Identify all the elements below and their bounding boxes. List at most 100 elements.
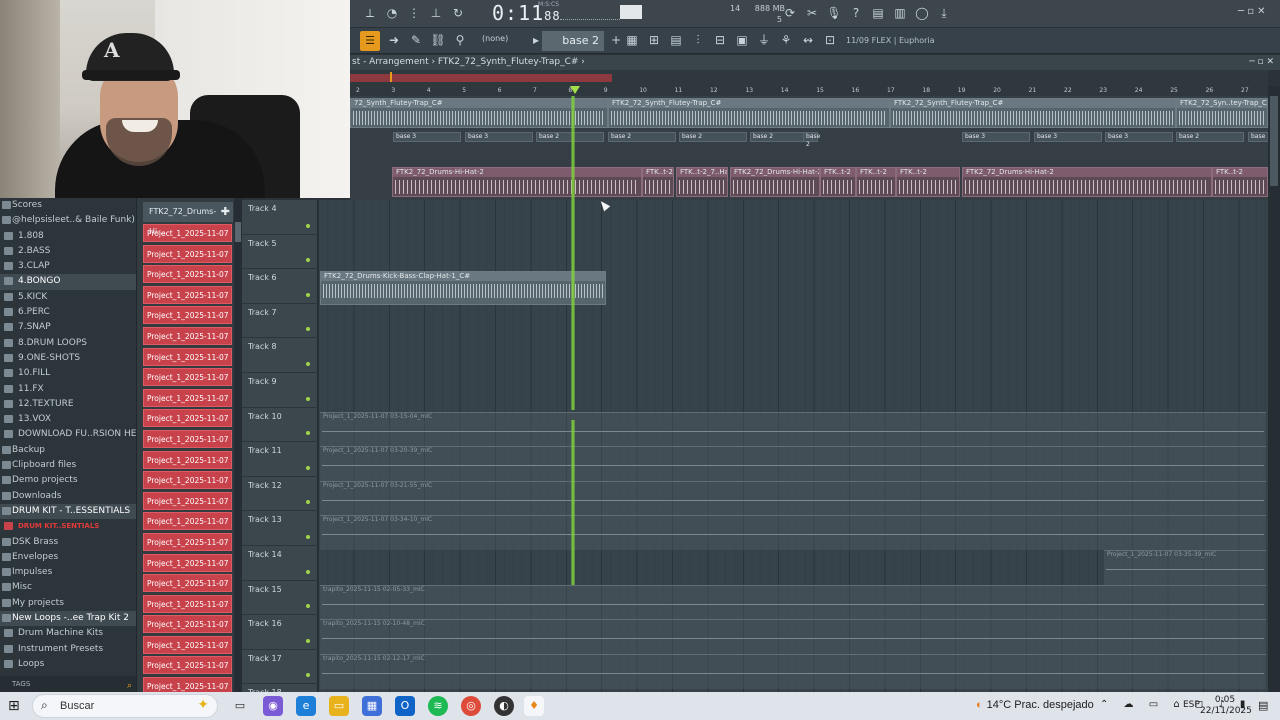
browser-item[interactable]: Instrument Presets (0, 642, 136, 657)
pattern-selector[interactable]: base 2 (542, 31, 604, 51)
track-enable-led[interactable] (306, 465, 310, 470)
track-header[interactable]: Track 17 (242, 650, 318, 685)
synth-clip[interactable]: 72_Synth_Flutey-Trap_C# (350, 98, 608, 128)
playhead-marker[interactable] (570, 86, 580, 94)
copilot-icon[interactable]: ◉ (263, 696, 283, 716)
language-indicator[interactable]: ESP (1183, 700, 1200, 710)
master-volume-icon[interactable] (620, 5, 642, 19)
synth-clip[interactable]: FTK2_72_Synth_Flutey-Trap_C# (608, 98, 890, 128)
link-icon[interactable]: ⛓ (428, 31, 448, 49)
scissors-icon[interactable]: ✂ (802, 4, 822, 22)
chrome-icon[interactable]: ◎ (461, 696, 481, 716)
picker-item[interactable]: Project_1_2025-11-07 0... (143, 471, 232, 490)
chat-icon[interactable]: ◯ (912, 4, 932, 22)
picker-item[interactable]: Project_1_2025-11-07 0... (143, 368, 232, 387)
browser-item[interactable]: 12.TEXTURE (0, 397, 136, 412)
track-enable-led[interactable] (306, 223, 310, 228)
stamp-icon[interactable]: ⚲ (450, 31, 470, 49)
pattern-clip[interactable]: base 3 (393, 132, 461, 142)
picker-item[interactable]: Project_1_2025-11-07 0... (143, 244, 232, 263)
store-icon[interactable]: ▦ (362, 696, 382, 716)
track-header[interactable]: Track 4 (242, 200, 318, 235)
taskbar-search[interactable]: ⌕ Buscar ✦ (32, 694, 218, 718)
hi-hat-clip[interactable]: FTK..t-2 (642, 167, 674, 197)
pattern-clip[interactable]: base 3 (1034, 132, 1102, 142)
picker-item[interactable]: Project_1_2025-11-07 0... (143, 388, 232, 407)
track-enable-led[interactable] (306, 534, 310, 539)
pattern-clip[interactable]: base 3 (465, 132, 533, 142)
brush-icon[interactable]: ✎ (406, 31, 426, 49)
mixer-icon[interactable]: ⊞ (644, 31, 664, 49)
track-enable-led[interactable] (306, 604, 310, 609)
window-controls[interactable]: ─ ▫ ✕ (1238, 6, 1266, 17)
browser-item[interactable]: Scores (0, 198, 136, 213)
plug-icon[interactable]: ⏚ (754, 31, 774, 49)
notifications-icon[interactable]: ▤ (1258, 699, 1268, 712)
clipboard-icon[interactable]: ▣ (732, 31, 752, 49)
step-edit-icon[interactable]: ⊥ (426, 4, 446, 22)
pattern-clip[interactable]: base 2 (536, 132, 604, 142)
audio-clip[interactable]: trapito_2025-11-15 02-10-48_mIC (320, 619, 1266, 655)
audio-clip[interactable]: trapito_2025-11-15 02-12-17_mIC (320, 653, 1266, 689)
hi-hat-clip[interactable]: FTK..t-2_7..Hat-2 (676, 167, 728, 197)
picker-item[interactable]: Project_1_2025-11-07 0... (143, 594, 232, 613)
browser-item[interactable]: DSK Brass (0, 535, 136, 550)
audio-clip[interactable]: Project_1_2025-11-07 03-21-55_mIC (320, 480, 1266, 516)
hi-hat-clip[interactable]: FTK..t-2 (1212, 167, 1268, 197)
outlook-icon[interactable]: O (395, 696, 415, 716)
browser-item[interactable]: Demo projects (0, 473, 136, 488)
browser-item[interactable]: 7.SNAP (0, 320, 136, 335)
track-enable-led[interactable] (306, 396, 310, 401)
timeline-ruler[interactable]: 2 3 4 5 6 7 8 9 10 11 12 13 14 15 16 17 18 19 20 21 22 23 24 25… (350, 70, 1268, 96)
pattern-clip[interactable]: base 2 (679, 132, 747, 142)
browser-item[interactable]: 9.ONE-SHOTS (0, 351, 136, 366)
audio-clip[interactable]: Project_1_2025-11-07 03-15-04_mIC (320, 411, 1266, 447)
browser-item[interactable]: Envelopes (0, 550, 136, 565)
pattern-clip[interactable]: base 2 (608, 132, 676, 142)
track-header[interactable]: Track 10 (242, 408, 318, 443)
channel-selector[interactable]: (none) (482, 34, 508, 43)
task-view-icon[interactable]: ▭ (230, 696, 250, 716)
edge-icon[interactable]: e (296, 696, 316, 716)
refresh-icon[interactable]: ⟳ (780, 4, 800, 22)
hi-hat-clip[interactable]: FTK2_72_Drums-Hi-Hat-2 (730, 167, 820, 197)
track-enable-led[interactable] (306, 327, 310, 332)
snap-icon[interactable]: ⟂ (360, 4, 380, 22)
spotify-icon[interactable]: ≋ (428, 696, 448, 716)
track-enable-led[interactable] (306, 292, 310, 297)
pattern-clip[interactable]: base 2 (1176, 132, 1244, 142)
sliders-icon[interactable]: ⫶ (688, 31, 708, 49)
add-icon[interactable]: ✚ (221, 202, 230, 222)
pattern-clip[interactable]: base 2 (803, 132, 820, 148)
hi-hat-clip[interactable]: FTK2_72_Drums-Hi-Hat-2 (392, 167, 642, 197)
fl-studio-icon[interactable]: ♦ (524, 696, 544, 716)
picker-item[interactable]: Project_1_2025-11-07 0... (143, 347, 232, 366)
kick-clip[interactable]: FTK2_72_Drums-Kick-Bass-Clap-Hat-1_C# (320, 271, 606, 305)
track-header[interactable]: Track 11 (242, 442, 318, 477)
browser-item[interactable]: My projects (0, 596, 136, 611)
hi-hat-clip[interactable]: FTK..t-2 (820, 167, 856, 197)
picker-item[interactable]: Project_1_2025-11-07 0... (143, 429, 232, 448)
track-header[interactable]: Track 6 (242, 269, 318, 304)
browser-item[interactable]: Backup (0, 443, 136, 458)
browser-item[interactable]: 1.808 (0, 229, 136, 244)
picker-item[interactable]: Project_1_2025-11-07 0... (143, 491, 232, 510)
picker-item[interactable]: Project_1_2025-11-07 0... (143, 553, 232, 572)
synth-clip[interactable]: FTK2_72_Synth_Flutey-Trap_C# (890, 98, 1176, 128)
track-header[interactable]: Track 14 (242, 546, 318, 581)
browser-item[interactable]: Loops (0, 657, 136, 672)
plugin-icon[interactable]: ▥ (890, 4, 910, 22)
hi-hat-clip[interactable]: FTK..t-2 (856, 167, 896, 197)
picker-item[interactable]: Project_1_2025-11-07 0... (143, 306, 232, 325)
browser-item[interactable]: DOWNLOAD FU..RSION HERE (0, 427, 136, 442)
browser-item[interactable]: 10.FILL (0, 366, 136, 381)
play-arrow-icon[interactable]: ➜ (384, 31, 404, 49)
picker-item[interactable]: Project_1_2025-11-07 0... (143, 656, 232, 675)
download-icon[interactable]: ⤓ (934, 4, 954, 22)
picker-item[interactable]: Project_1_2025-11-07 0... (143, 450, 232, 469)
weather[interactable]: ◐ 14°C Prac. despejado (976, 699, 1094, 711)
browser-icon[interactable]: ⊟ (710, 31, 730, 49)
playlist-window-controls[interactable]: ─ ▫ ✕ (1249, 55, 1274, 70)
save-icon[interactable]: ▤ (868, 4, 888, 22)
browser-item[interactable]: Clipboard files (0, 458, 136, 473)
